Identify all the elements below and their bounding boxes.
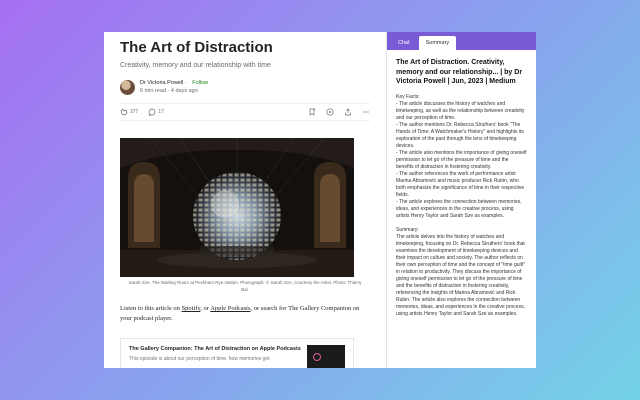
article-pane: The Art of Distraction Creativity, memor… xyxy=(104,32,386,368)
spotify-link[interactable]: Spotify xyxy=(182,305,201,312)
page-subtitle: Creativity, memory and our relationship … xyxy=(120,62,271,69)
key-fact-item: - The author mentions Dr. Rebecca Struth… xyxy=(396,121,524,149)
key-facts-label: Key Facts: xyxy=(396,93,420,100)
clap-button[interactable]: 377 xyxy=(120,108,138,116)
bookmark-icon[interactable] xyxy=(308,108,316,116)
panel-body: The Art of Distraction. Creativity, memo… xyxy=(387,50,536,326)
avatar[interactable] xyxy=(120,79,135,95)
tab-summary[interactable]: Summary xyxy=(418,36,457,50)
key-fact-item: - The article also mentions the importan… xyxy=(396,149,527,170)
key-fact-item: - The article explores the connection be… xyxy=(396,198,522,219)
share-icon[interactable] xyxy=(344,108,352,116)
key-fact-item: - The article discusses the history of w… xyxy=(396,100,525,121)
action-bar: 377 17 xyxy=(120,103,370,121)
comment-button[interactable]: 17 xyxy=(148,108,164,116)
more-icon[interactable] xyxy=(362,108,370,116)
listen-paragraph: Listen to this article on Spotify, or Ap… xyxy=(120,305,360,322)
summary-title: The Art of Distraction. Creativity, memo… xyxy=(396,59,523,85)
browser-window: The Art of Distraction Creativity, memor… xyxy=(104,32,536,368)
clap-icon xyxy=(120,108,128,116)
comment-icon xyxy=(148,108,156,116)
podcast-embed-card[interactable]: The Gallery Companion: The Art of Distra… xyxy=(120,338,354,368)
play-icon[interactable] xyxy=(326,108,334,116)
key-fact-item: - The author references the work of perf… xyxy=(396,170,525,198)
apple-podcasts-link[interactable]: Apple Podcasts xyxy=(210,305,250,312)
embed-thumbnail xyxy=(307,345,345,368)
author-meta: Dr Victoria Powell · Follow 6 min read ·… xyxy=(140,80,209,94)
follow-button[interactable]: Follow xyxy=(192,80,208,86)
summary-text: The article delves into the history of w… xyxy=(396,233,525,317)
key-facts-section: Key Facts: - The article discusses the h… xyxy=(396,94,527,220)
panel-tabs: Chat Summary xyxy=(387,32,536,50)
page-title: The Art of Distraction xyxy=(120,39,273,56)
tab-chat[interactable]: Chat xyxy=(391,36,417,50)
summary-section: Summary: The article delves into the his… xyxy=(396,227,527,318)
summary-side-panel: Chat Summary The Art of Distraction. Cre… xyxy=(386,32,536,368)
author-row: Dr Victoria Powell · Follow 6 min read ·… xyxy=(120,78,370,96)
image-caption: Sarah Sze, The Waiting Room at Peckham R… xyxy=(128,280,362,292)
read-meta: 6 min read · 4 days ago xyxy=(140,88,198,94)
author-name[interactable]: Dr Victoria Powell xyxy=(140,80,183,86)
clap-count: 377 xyxy=(130,109,139,115)
comment-count: 17 xyxy=(158,109,164,115)
summary-label: Summary: xyxy=(396,226,419,233)
article-hero-image xyxy=(120,138,354,277)
